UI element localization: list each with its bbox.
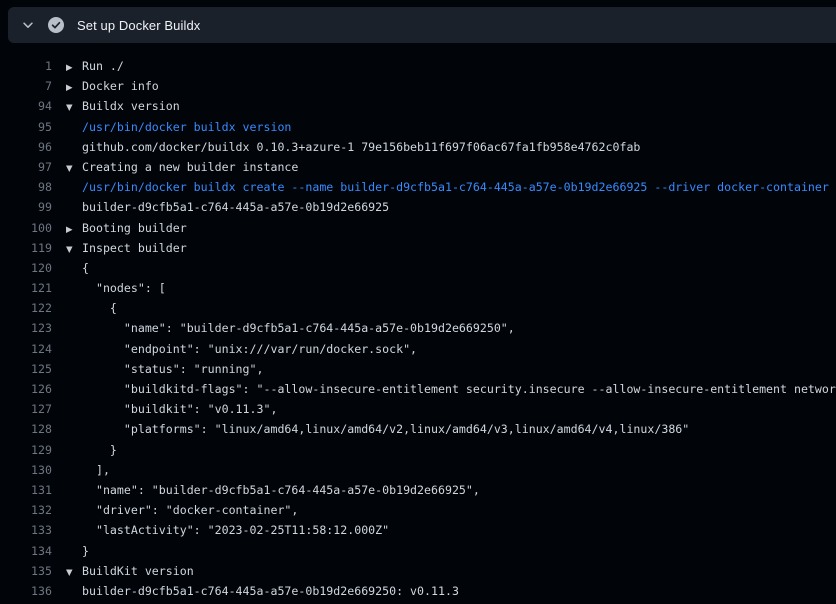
log-line: 132 "driver": "docker-container", — [0, 500, 836, 520]
log-text: "lastActivity": "2023-02-25T11:58:12.000… — [82, 520, 389, 540]
log-text: { — [82, 258, 89, 278]
line-number[interactable]: 129 — [0, 440, 52, 460]
log-text: "driver": "docker-container", — [82, 500, 298, 520]
group-expanded-icon[interactable]: ▼ — [66, 98, 82, 118]
log-group-row[interactable]: 100 ▶Booting builder — [0, 218, 836, 238]
log-line: 124 "endpoint": "unix:///var/run/docker.… — [0, 339, 836, 359]
line-number[interactable]: 124 — [0, 339, 52, 359]
line-number[interactable]: 94 — [0, 96, 52, 116]
line-number[interactable]: 98 — [0, 177, 52, 197]
log-text: BuildKit version — [82, 561, 194, 581]
log-text: Buildx version — [82, 96, 180, 116]
log-line: 130 ], — [0, 460, 836, 480]
line-number[interactable]: 125 — [0, 359, 52, 379]
command-text: /usr/bin/docker buildx version — [82, 117, 291, 137]
line-number[interactable]: 119 — [0, 238, 52, 258]
log-line: 121 "nodes": [ — [0, 278, 836, 298]
log-line: 95/usr/bin/docker buildx version — [0, 117, 836, 137]
log-group-row[interactable]: 119 ▼Inspect builder — [0, 238, 836, 258]
log-text: "endpoint": "unix:///var/run/docker.sock… — [82, 339, 417, 359]
line-number[interactable]: 135 — [0, 561, 52, 581]
line-number[interactable]: 1 — [0, 56, 52, 76]
log-line: 131 "name": "builder-d9cfb5a1-c764-445a-… — [0, 480, 836, 500]
line-number[interactable]: 128 — [0, 419, 52, 439]
group-expanded-icon[interactable]: ▼ — [66, 563, 82, 583]
log-line: 98/usr/bin/docker buildx create --name b… — [0, 177, 836, 197]
log-group-row[interactable]: 97 ▼Creating a new builder instance — [0, 157, 836, 177]
line-number[interactable]: 133 — [0, 520, 52, 540]
log-line: 99 builder-d9cfb5a1-c764-445a-a57e-0b19d2… — [0, 197, 836, 217]
line-number[interactable]: 100 — [0, 218, 52, 238]
log-group-row[interactable]: 94 ▼Buildx version — [0, 96, 836, 116]
line-number[interactable]: 123 — [0, 318, 52, 338]
log-text: } — [82, 440, 117, 460]
log-line: 122 { — [0, 298, 836, 318]
log-line: 123 "name": "builder-d9cfb5a1-c764-445a-… — [0, 318, 836, 338]
log-line: 136 builder-d9cfb5a1-c764-445a-a57e-0b19d… — [0, 581, 836, 601]
line-number[interactable]: 136 — [0, 581, 52, 601]
line-number[interactable]: 121 — [0, 278, 52, 298]
log-text: builder-d9cfb5a1-c764-445a-a57e-0b19d2e6… — [82, 581, 459, 601]
log-group-row[interactable]: 7 ▶Docker info — [0, 76, 836, 96]
check-circle-icon — [48, 17, 64, 33]
line-number[interactable]: 96 — [0, 137, 52, 157]
log-text: "name": "builder-d9cfb5a1-c764-445a-a57e… — [82, 480, 480, 500]
log-text: "name": "builder-d9cfb5a1-c764-445a-a57e… — [82, 318, 515, 338]
log-line: 133 "lastActivity": "2023-02-25T11:58:12… — [0, 520, 836, 540]
group-collapsed-icon[interactable]: ▶ — [66, 78, 82, 98]
line-number[interactable]: 122 — [0, 298, 52, 318]
log-line: 129 } — [0, 440, 836, 460]
line-number[interactable]: 120 — [0, 258, 52, 278]
log-line: 126 "buildkitd-flags": "--allow-insecure… — [0, 379, 836, 399]
log-group-row[interactable]: 1 ▶Run ./ — [0, 56, 836, 76]
log-text: Creating a new builder instance — [82, 157, 298, 177]
log-text: "buildkitd-flags": "--allow-insecure-ent… — [82, 379, 836, 399]
group-collapsed-icon[interactable]: ▶ — [66, 220, 82, 240]
line-number[interactable]: 126 — [0, 379, 52, 399]
log-text: "nodes": [ — [82, 278, 166, 298]
log-group-row[interactable]: 135 ▼BuildKit version — [0, 561, 836, 581]
log-text: Docker info — [82, 76, 159, 96]
log-text: Inspect builder — [82, 238, 187, 258]
log-text: Booting builder — [82, 218, 187, 238]
line-number[interactable]: 7 — [0, 76, 52, 96]
log-line: 127 "buildkit": "v0.11.3", — [0, 399, 836, 419]
log-text: "buildkit": "v0.11.3", — [82, 399, 277, 419]
line-number[interactable]: 131 — [0, 480, 52, 500]
line-number[interactable]: 130 — [0, 460, 52, 480]
log-text: } — [82, 541, 89, 561]
log-line: 128 "platforms": "linux/amd64,linux/amd6… — [0, 419, 836, 439]
log-line: 96 github.com/docker/buildx 0.10.3+azure-… — [0, 137, 836, 157]
group-expanded-icon[interactable]: ▼ — [66, 240, 82, 260]
line-number[interactable]: 95 — [0, 117, 52, 137]
log-lines: 1▶Run ./7▶Docker info94▼Buildx version95… — [0, 43, 836, 604]
log-text: "platforms": "linux/amd64,linux/amd64/v2… — [82, 419, 689, 439]
group-collapsed-icon[interactable]: ▶ — [66, 58, 82, 78]
step-header[interactable]: Set up Docker Buildx — [8, 7, 836, 43]
line-number[interactable]: 127 — [0, 399, 52, 419]
log-text: Run ./ — [82, 56, 124, 76]
line-number[interactable]: 134 — [0, 541, 52, 561]
log-text: github.com/docker/buildx 0.10.3+azure-1 … — [82, 137, 640, 157]
log-text: { — [82, 298, 117, 318]
step-title: Set up Docker Buildx — [77, 18, 200, 33]
log-text: builder-d9cfb5a1-c764-445a-a57e-0b19d2e6… — [82, 197, 389, 217]
log-line: 125 "status": "running", — [0, 359, 836, 379]
line-number[interactable]: 97 — [0, 157, 52, 177]
log-text: "status": "running", — [82, 359, 263, 379]
chevron-down-icon[interactable] — [21, 18, 35, 32]
log-line: 134} — [0, 541, 836, 561]
command-text: /usr/bin/docker buildx create --name bui… — [82, 177, 829, 197]
line-number[interactable]: 99 — [0, 197, 52, 217]
log-text: ], — [82, 460, 110, 480]
log-line: 120 { — [0, 258, 836, 278]
group-expanded-icon[interactable]: ▼ — [66, 159, 82, 179]
line-number[interactable]: 132 — [0, 500, 52, 520]
